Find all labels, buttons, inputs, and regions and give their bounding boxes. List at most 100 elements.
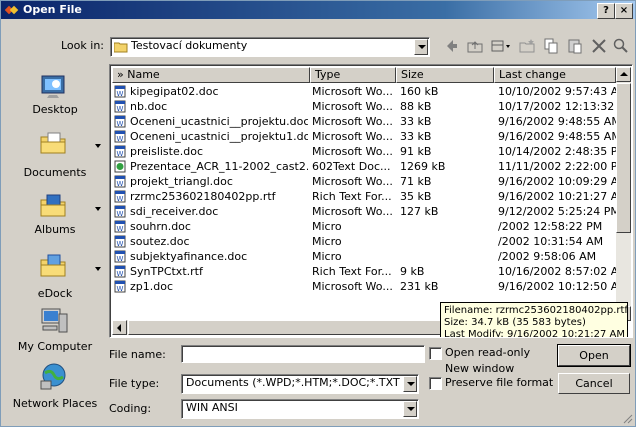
window-title: Open File (23, 3, 82, 16)
place-label: Desktop (32, 103, 78, 116)
up-folder-icon[interactable] (465, 36, 485, 56)
svg-text:W: W (117, 150, 124, 158)
svg-text:W: W (117, 285, 124, 293)
svg-text:W: W (117, 255, 124, 263)
file-type: Microsoft Wo... (312, 85, 393, 98)
open-file-app-icon (5, 5, 19, 15)
file-size: 33 kB (400, 115, 432, 128)
place-label: Albums (34, 223, 76, 236)
chevron-down-icon[interactable] (414, 39, 428, 55)
word-document-icon: W (114, 205, 126, 218)
file-type-combo[interactable]: Documents (*.WPD;*.HTM;*.DOC;*.TXT;*.RTF (181, 374, 419, 394)
file-name: soutez.doc (130, 235, 190, 248)
look-in-combo[interactable]: Testovací dokumenty (110, 37, 430, 57)
file-name: Oceneni_ucastnici__projektu1.doc (130, 130, 308, 143)
chevron-down-icon[interactable] (95, 267, 101, 271)
views-menu-icon[interactable] (489, 36, 513, 56)
new-window-label: New window (445, 362, 515, 375)
svg-text:W: W (117, 270, 124, 278)
file-name: SynTPCtxt.rtf (130, 265, 203, 278)
open-button[interactable]: Open (557, 344, 631, 367)
chevron-left-icon (117, 324, 121, 332)
place-desktop[interactable]: Desktop (5, 71, 105, 123)
scroll-left-button[interactable] (112, 320, 127, 335)
table-row[interactable]: W Oceneni_ucastnici__projektu.doc Microsof… (112, 115, 618, 129)
search-icon[interactable] (611, 36, 631, 56)
table-row[interactable]: Wpreisliste.doc Microsoft Wo... 91 kB 10/14… (112, 145, 618, 159)
coding-label: Coding: (109, 402, 152, 415)
chevron-down-icon[interactable] (95, 207, 101, 211)
word-document-icon: W (114, 280, 126, 293)
file-size: 1269 kB (400, 160, 446, 173)
file-type: Micro (312, 220, 342, 233)
column-header-name[interactable]: » Name (112, 67, 310, 83)
table-row[interactable]: Wprojekt_triangl.doc Microsoft Wo... 71 kB… (112, 175, 618, 189)
scroll-up-button[interactable] (616, 67, 631, 82)
vertical-scrollbar[interactable] (616, 67, 631, 321)
close-button[interactable]: × (615, 3, 633, 19)
place-my-computer[interactable]: My Computer (5, 306, 105, 358)
back-icon[interactable] (441, 36, 461, 56)
file-size: 127 kB (400, 205, 439, 218)
file-name: zp1.doc (130, 280, 174, 293)
place-edock[interactable]: eDock (5, 251, 105, 303)
copy-icon[interactable] (541, 36, 561, 56)
svg-text:W: W (117, 105, 124, 113)
file-type: Microsoft Wo... (312, 115, 393, 128)
place-label: Documents (23, 166, 87, 179)
table-row[interactable]: Wnb.doc Microsoft Wo... 88 kB 10/17/2002 12… (112, 100, 618, 114)
file-name-input[interactable] (181, 345, 425, 363)
word-document-icon: W (114, 145, 126, 158)
file-name: sdi_receiver.doc (130, 205, 219, 218)
scroll-thumb[interactable] (616, 83, 631, 233)
preserve-format-checkbox[interactable] (429, 377, 442, 390)
table-row[interactable]: Prezentace_ACR_11-2002_cast2.... 602Text … (112, 160, 618, 174)
table-row[interactable]: W Oceneni_ucastnici__projektu1.doc Microso… (112, 130, 618, 144)
file-type: Microsoft Wo... (312, 175, 393, 188)
file-last-change: 10/14/2002 2:48:35 PM (498, 145, 618, 158)
table-row[interactable]: Wsoutez.doc Micro/2002 10:31:54 AM (112, 235, 612, 249)
word-document-icon: W (114, 190, 126, 203)
title-bar[interactable]: Open File ? × (1, 1, 635, 19)
place-albums[interactable]: Albums (5, 191, 105, 243)
chevron-down-icon[interactable] (403, 401, 417, 417)
word-document-icon: W (114, 130, 126, 143)
place-documents[interactable]: Documents (5, 128, 105, 180)
file-type: Micro (312, 235, 342, 248)
table-row[interactable]: W SynTPCtxt.rtf Rich Text For... 9 kB 10/16/… (112, 265, 618, 279)
file-last-change: 11/11/2002 2:22:00 PM (498, 160, 618, 173)
column-header-type[interactable]: Type (310, 67, 396, 83)
svg-text:W: W (117, 120, 124, 128)
open-readonly-checkbox[interactable] (429, 347, 442, 360)
table-row[interactable]: Wsubjektyafinance.doc Micro/2002 9:58:06 … (112, 250, 612, 264)
file-last-change: /2002 12:58:22 PM (498, 220, 603, 233)
delete-icon[interactable] (589, 36, 609, 56)
chevron-down-icon[interactable] (403, 376, 417, 392)
place-network-places[interactable]: Network Places (5, 361, 105, 417)
file-name: kipegipat02.doc (130, 85, 219, 98)
table-row[interactable]: Wkipegipat02.doc Microsoft Wo... 160 kB 10/… (112, 85, 618, 99)
file-size: 9 kB (400, 265, 425, 278)
resize-grip-icon[interactable] (621, 412, 633, 424)
column-header-size[interactable]: Size (396, 67, 494, 83)
paste-icon[interactable] (565, 36, 585, 56)
file-last-change: 9/16/2002 10:21:27 AM (498, 190, 618, 203)
file-last-change: 10/17/2002 12:13:32 PM (498, 100, 618, 113)
table-row[interactable]: Wsdi_receiver.doc Microsoft Wo... 127 kB 9/… (112, 205, 618, 219)
chevron-down-icon[interactable] (95, 144, 101, 148)
table-row[interactable]: Wrzrmc253602180402pp.rtf Rich Text For...… (112, 190, 618, 204)
file-type: 602Text Doc... (312, 160, 391, 173)
svg-text:W: W (117, 180, 124, 188)
file-name: rzrmc253602180402pp.rtf (130, 190, 276, 203)
help-button[interactable]: ? (597, 3, 615, 19)
file-list[interactable]: » Name Type Size Last change Wkipegipat0… (109, 64, 633, 338)
table-row[interactable]: Wzp1.doc Microsoft Wo... 231 kB 9/16/2002 1… (112, 280, 618, 294)
tooltip-filename: Filename: rzrmc253602180402pp.rtf (444, 305, 628, 316)
cancel-button[interactable]: Cancel (558, 373, 630, 394)
coding-combo[interactable]: WIN ANSI (181, 399, 419, 419)
tooltip-size: Size: 34.7 kB (35 583 bytes) (444, 317, 586, 328)
table-row[interactable]: Wsouhrn.doc Micro/2002 12:58:22 PM (112, 220, 612, 234)
column-header-last-change[interactable]: Last change (494, 67, 616, 83)
new-folder-icon[interactable] (517, 36, 537, 56)
my-computer-icon (41, 308, 68, 333)
